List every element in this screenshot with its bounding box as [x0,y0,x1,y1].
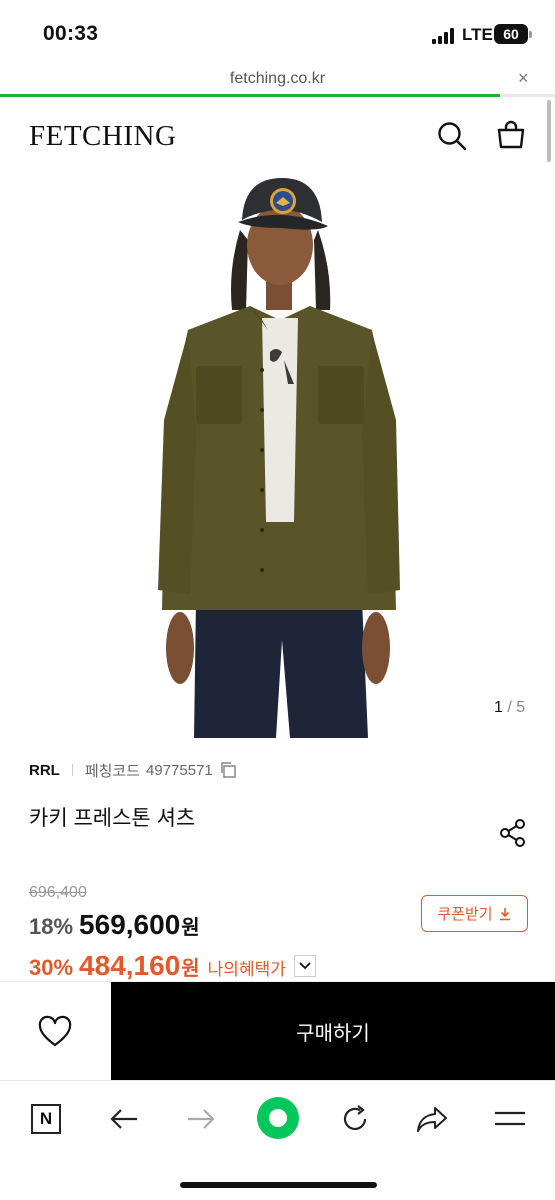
benefit-rate: 30% [29,955,74,980]
benefit-currency-unit: 원 [181,958,200,980]
product-image[interactable] [0,170,555,738]
benefit-price-row: 30% 484,160 원 나의혜택가 [29,950,316,982]
url-bar[interactable]: fetching.co.kr × [0,64,555,96]
download-icon [499,907,510,920]
scrollbar[interactable] [547,100,551,162]
benefit-price: 484,160 [79,950,181,981]
image-counter: 1 / 5 [494,699,525,717]
copy-icon[interactable] [219,761,237,779]
discount-rate: 18% [29,914,74,939]
brand-name[interactable]: RRL [29,762,60,779]
chevron-down-icon[interactable] [293,955,316,977]
product-code: 49775571 [146,761,213,779]
forward-arrow-icon[interactable] [181,1099,221,1139]
sale-price: 569,600 [79,909,181,940]
coupon-download-button[interactable]: 쿠폰받기 [421,895,528,932]
search-icon[interactable] [436,120,468,152]
network-type: LTE [462,25,493,44]
page-load-progress-fill [0,94,500,97]
home-indicator[interactable] [180,1182,377,1188]
close-icon[interactable]: × [518,68,529,89]
product-code-label: 페칭코드 [84,762,141,780]
brand-row: RRL 페칭코드 49775571 [29,760,237,780]
buy-button[interactable]: 구매하기 [111,982,555,1081]
naver-home-icon[interactable] [257,1097,299,1139]
image-counter-total: 5 [516,699,526,716]
site-logo[interactable]: FETCHING [29,120,176,153]
menu-icon[interactable] [490,1099,530,1139]
naver-n-label: N [31,1104,61,1134]
status-time: 00:33 [43,22,99,45]
price-row: 18% 569,600 원 [29,909,200,941]
refresh-icon[interactable] [335,1099,375,1139]
original-price: 696,400 [29,884,87,901]
divider [71,764,73,776]
battery-tip [529,31,532,38]
image-counter-current: 1 [494,699,503,716]
share-arrow-icon[interactable] [412,1099,452,1139]
status-bar: 00:33 LTE 60 [0,0,555,64]
site-header: FETCHING [0,100,555,170]
url-text[interactable]: fetching.co.kr [0,70,555,88]
battery-icon: 60 [494,24,528,44]
coupon-label: 쿠폰받기 [437,906,493,923]
shopping-bag-icon[interactable] [495,119,527,151]
image-counter-separator: / [507,699,512,716]
back-arrow-icon[interactable] [104,1099,144,1139]
currency-unit: 원 [181,917,200,939]
share-icon[interactable] [498,818,528,848]
benefit-label: 나의혜택가 [207,960,286,979]
product-name: 카키 프레스톤 셔츠 [29,807,196,830]
naver-n-icon[interactable]: N [26,1099,66,1139]
signal-icon [432,28,456,44]
page-load-progress [0,94,555,97]
buy-bar: 구매하기 [0,981,555,1081]
heart-icon[interactable] [36,1014,74,1050]
